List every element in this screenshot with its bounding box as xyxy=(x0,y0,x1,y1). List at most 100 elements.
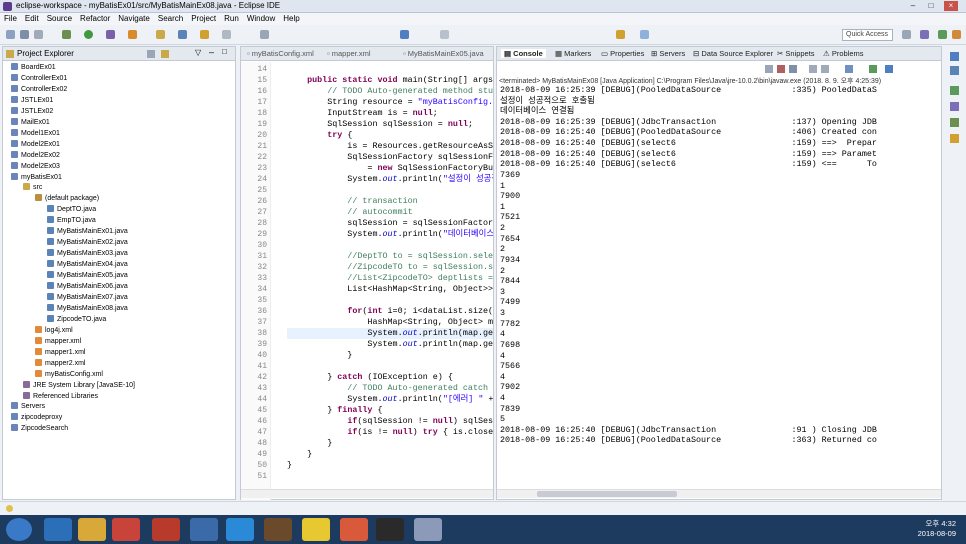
tree-item[interactable]: mapper.xml xyxy=(35,336,81,347)
tree-item[interactable]: MyBatisMainEx04.java xyxy=(47,260,128,270)
word-wrap-icon[interactable] xyxy=(821,65,829,73)
bookmarks-icon[interactable] xyxy=(950,134,959,143)
internet-explorer-icon[interactable] xyxy=(44,518,72,541)
tree-item[interactable]: Model2Ex02 xyxy=(11,150,60,161)
palette-icon[interactable] xyxy=(950,86,959,95)
tree-item[interactable]: MyBatisMainEx08.java xyxy=(47,303,128,314)
tree-item[interactable]: ZipcodeTO.java xyxy=(47,314,106,325)
tree-item[interactable]: JRE System Library [JavaSE-10] xyxy=(23,380,135,391)
tree-item[interactable]: zipcodeproxy xyxy=(11,413,62,423)
open-folder-icon[interactable] xyxy=(200,30,209,39)
tree-item[interactable]: Referenced Libraries xyxy=(23,391,98,402)
tree-item[interactable]: mapper2.xml xyxy=(35,358,85,369)
tab-snippets[interactable]: ✂ Snippets xyxy=(777,49,815,58)
editor-tab-mybatisconfig[interactable]: ▫ myBatisConfig.xml xyxy=(247,49,314,58)
open-console-icon[interactable] xyxy=(869,65,877,73)
save-all-icon[interactable] xyxy=(34,30,43,39)
menu-help[interactable]: Help xyxy=(279,13,303,25)
minimize-button[interactable]: – xyxy=(906,1,920,11)
menu-source[interactable]: Source xyxy=(43,13,76,25)
tab-console[interactable]: ▤ Console xyxy=(501,49,546,58)
minimize-view-icon[interactable]: – xyxy=(209,47,214,57)
collapse-all-icon[interactable] xyxy=(147,50,155,58)
tree-item[interactable]: EmpTO.java xyxy=(47,216,96,226)
quick-access-input[interactable]: Quick Access xyxy=(842,29,893,41)
close-button[interactable]: × xyxy=(944,1,958,11)
project-explorer-tab[interactable]: Project Explorer ▽ – □ xyxy=(3,47,235,61)
editor-tab-mapper[interactable]: ▫ mapper.xml xyxy=(327,49,371,58)
paint-icon[interactable] xyxy=(340,518,368,541)
console-toolbar-icon[interactable] xyxy=(400,30,409,39)
tree-item[interactable]: ZipcodeSearch xyxy=(11,424,68,434)
maximize-button[interactable]: □ xyxy=(924,1,938,11)
tree-item[interactable]: DeptTO.java xyxy=(47,205,96,215)
run-icon[interactable] xyxy=(84,30,93,39)
step-icon[interactable] xyxy=(440,30,449,39)
menu-edit[interactable]: Edit xyxy=(21,13,43,25)
terminate-icon[interactable] xyxy=(765,65,773,73)
menu-run[interactable]: Run xyxy=(220,13,243,25)
outline-icon[interactable] xyxy=(950,52,959,61)
tree-item[interactable]: MyBatisMainEx03.java xyxy=(47,249,128,259)
tree-item[interactable]: Model2Ex03 xyxy=(11,161,60,172)
view-menu-icon[interactable]: ▽ xyxy=(195,48,201,57)
scroll-lock-icon[interactable] xyxy=(809,65,817,73)
javadoc-icon[interactable] xyxy=(950,102,959,111)
remove-launch-icon[interactable] xyxy=(777,65,785,73)
tab-properties[interactable]: ▭ Properties xyxy=(601,49,644,58)
menu-navigate[interactable]: Navigate xyxy=(114,13,154,25)
tree-item[interactable]: myBatisEx01 xyxy=(11,172,62,183)
code-area[interactable]: public static void main(String[] args) /… xyxy=(241,62,493,492)
tree-item[interactable]: JSTLEx01 xyxy=(11,95,53,106)
tab-servers[interactable]: ⊞ Servers xyxy=(651,49,685,58)
new-icon[interactable] xyxy=(6,30,15,39)
console-output[interactable]: 2018-08-09 16:25:39 [DEBUG](PooledDataSo… xyxy=(497,85,941,489)
debug-perspective-icon[interactable] xyxy=(952,30,961,39)
pin-console-icon[interactable] xyxy=(845,65,853,73)
tab-data-source-explorer[interactable]: ⊟ Data Source Explorer xyxy=(693,49,773,58)
chrome-icon[interactable] xyxy=(112,518,140,541)
menu-window[interactable]: Window xyxy=(243,13,279,25)
maximize-view-icon[interactable]: □ xyxy=(222,47,227,56)
menu-search[interactable]: Search xyxy=(154,13,187,25)
tree-item[interactable]: MailEx01 xyxy=(11,117,50,128)
kakaotalk-icon[interactable] xyxy=(302,518,330,541)
tree-item[interactable]: Model1Ex01 xyxy=(11,128,60,139)
tree-item[interactable]: MyBatisMainEx05.java xyxy=(47,271,128,281)
java-ee-perspective-icon[interactable] xyxy=(920,30,929,39)
tree-item[interactable]: Servers xyxy=(11,402,45,412)
link-editor-icon[interactable] xyxy=(161,50,169,58)
save-icon[interactable] xyxy=(20,30,29,39)
open-type-icon[interactable] xyxy=(178,30,187,39)
tree-item[interactable]: MyBatisMainEx06.java xyxy=(47,282,128,292)
r-icon[interactable] xyxy=(190,518,218,541)
tree-item[interactable]: MyBatisMainEx07.java xyxy=(47,292,128,303)
clear-console-icon[interactable] xyxy=(789,65,797,73)
menu-file[interactable]: File xyxy=(0,13,21,25)
tree-item[interactable]: mapper1.xml xyxy=(35,347,85,358)
tree-item[interactable]: myBatisConfig.xml xyxy=(35,369,103,380)
tree-item[interactable]: ControllerEx02 xyxy=(11,84,67,95)
console-horizontal-scrollbar[interactable] xyxy=(497,489,941,498)
file-explorer-icon[interactable] xyxy=(78,518,106,541)
new-java-class-icon[interactable] xyxy=(156,30,165,39)
system-clock[interactable]: 오후 4:32 2018-08-09 xyxy=(918,519,956,539)
annotation-icon[interactable] xyxy=(260,30,269,39)
eclipse-taskbar-icon[interactable] xyxy=(264,518,292,541)
display-console-icon[interactable] xyxy=(885,65,893,73)
task-list-icon[interactable] xyxy=(950,66,959,75)
external-tools-icon[interactable] xyxy=(128,30,137,39)
start-button[interactable] xyxy=(6,518,32,541)
visual-studio-code-icon[interactable] xyxy=(226,518,254,541)
java-perspective-icon[interactable] xyxy=(938,30,947,39)
filezilla-icon[interactable] xyxy=(152,518,180,541)
console-scroll-thumb[interactable] xyxy=(537,491,677,497)
editor-tab-mybatismainex05[interactable]: ▫ MyBatisMainEx05.java xyxy=(403,49,484,58)
back-icon[interactable] xyxy=(616,30,625,39)
notification-icon[interactable] xyxy=(6,505,13,512)
tree-item[interactable]: ControllerEx01 xyxy=(11,73,67,84)
tree-item[interactable]: (default package) xyxy=(35,194,99,204)
tree-item[interactable]: MyBatisMainEx02.java xyxy=(47,238,128,248)
tree-item[interactable]: MyBatisMainEx01.java xyxy=(47,227,128,237)
search-icon[interactable] xyxy=(222,30,231,39)
